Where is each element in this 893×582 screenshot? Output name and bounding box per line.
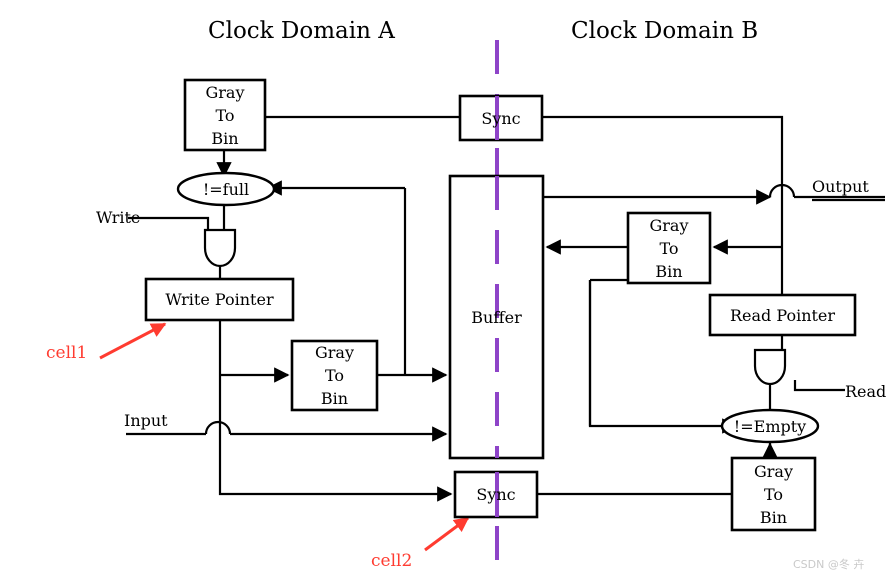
sync-bottom-label: Sync <box>476 485 516 504</box>
read-pointer-label: Read Pointer <box>729 305 836 325</box>
write-pointer: Write Pointer <box>146 279 293 320</box>
gray-to-bin-top-left: Gray To Bin <box>185 80 265 150</box>
gray-to-bin-bottom-right-line2: To <box>763 484 784 504</box>
input-signal-label: Input <box>124 411 168 430</box>
not-full-label: !=full <box>202 179 250 199</box>
gray-to-bin-mid-left-line1: Gray <box>314 343 354 362</box>
not-full-condition: !=full <box>178 173 274 205</box>
gray-to-bin-mid-left-line3: Bin <box>320 389 349 408</box>
cell1-annotation: cell1 <box>46 343 88 363</box>
gray-to-bin-top-left-line3: Bin <box>211 128 239 148</box>
not-empty-condition: !=Empty <box>722 410 818 442</box>
output-signal-label: Output <box>812 177 869 196</box>
sync-top: Sync <box>460 96 542 140</box>
buffer: Buffer <box>450 176 543 458</box>
title-clock-domain-a: Clock Domain A <box>208 18 395 44</box>
write-pointer-label: Write Pointer <box>165 290 274 309</box>
read-pointer: Read Pointer <box>710 295 855 335</box>
gray-to-bin-right-line3: Bin <box>655 261 683 281</box>
sync-top-label: Sync <box>481 108 521 128</box>
sync-bottom: Sync <box>455 472 537 517</box>
gray-to-bin-mid-left-line2: To <box>324 366 345 385</box>
write-signal-label: Write <box>96 208 141 227</box>
title-clock-domain-b: Clock Domain B <box>571 18 759 44</box>
gray-to-bin-right-line1: Gray <box>649 215 689 235</box>
read-signal-label: Read <box>845 382 887 401</box>
watermark: CSDN @冬 卉 <box>793 558 865 571</box>
gray-to-bin-mid-left: Gray To Bin <box>292 341 377 410</box>
not-empty-label: !=Empty <box>733 416 807 436</box>
gray-to-bin-right: Gray To Bin <box>628 213 710 283</box>
cell2-annotation: cell2 <box>371 551 413 571</box>
fifo-clock-domain-crossing-diagram: Clock Domain A Clock Domain B Gray To Bi… <box>0 0 893 582</box>
gray-to-bin-top-left-line1: Gray <box>205 82 245 102</box>
gray-to-bin-top-left-line2: To <box>215 105 235 125</box>
buffer-label: Buffer <box>471 307 522 327</box>
gray-to-bin-bottom-right-line3: Bin <box>759 507 788 527</box>
gray-to-bin-right-line2: To <box>659 238 679 258</box>
gray-to-bin-bottom-right: Gray To Bin <box>732 458 815 530</box>
gray-to-bin-bottom-right-line1: Gray <box>753 461 793 481</box>
